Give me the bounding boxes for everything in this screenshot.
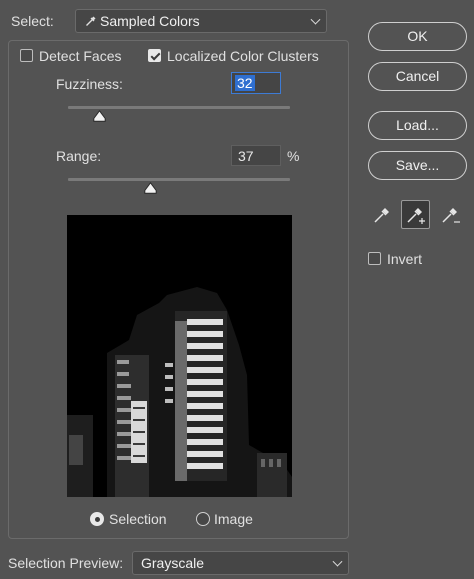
range-value: 37 [238,148,254,164]
cancel-button[interactable]: Cancel [368,62,467,91]
range-slider-track[interactable] [68,178,290,181]
localized-clusters-label: Localized Color Clusters [167,48,319,64]
range-input[interactable]: 37 [231,145,281,166]
selection-preview-dropdown[interactable]: Grayscale [132,551,349,575]
range-label: Range: [56,148,102,164]
fuzziness-input[interactable]: 32 [231,72,281,94]
eyedropper-icon [85,14,98,30]
ok-button[interactable]: OK [368,22,467,51]
selection-preview-label: Selection Preview: [8,555,124,571]
select-label: Select: [11,13,54,29]
selection-radio-label: Selection [109,511,167,527]
eyedropper-minus-icon [442,208,460,223]
eyedropper-icon [374,208,389,223]
selection-preview-value: Grayscale [141,555,205,571]
fuzziness-label: Fuzziness: [56,76,123,92]
save-button[interactable]: Save... [368,151,467,180]
eyedropper-plus-icon [407,208,425,224]
image-radio[interactable] [196,512,210,526]
fuzziness-value: 32 [235,75,255,91]
selection-radio[interactable] [90,512,104,526]
select-dropdown[interactable]: Sampled Colors [75,9,327,33]
selection-preview-image [67,215,292,497]
chevron-down-icon [332,556,343,567]
range-unit: % [287,148,300,164]
invert-label: Invert [387,251,423,267]
chevron-down-icon [310,14,321,25]
invert-checkbox[interactable] [368,252,381,265]
eyedropper-plus-tool[interactable] [401,200,430,229]
localized-clusters-checkbox[interactable] [148,49,161,62]
image-radio-label: Image [214,511,253,527]
eyedropper-minus-tool[interactable] [437,200,466,229]
load-button[interactable]: Load... [368,111,467,140]
select-value: Sampled Colors [100,13,200,29]
eyedropper-tool[interactable] [368,200,397,229]
fuzziness-slider-track[interactable] [68,106,290,109]
detect-faces-checkbox[interactable] [20,49,33,62]
detect-faces-label: Detect Faces [39,48,122,64]
